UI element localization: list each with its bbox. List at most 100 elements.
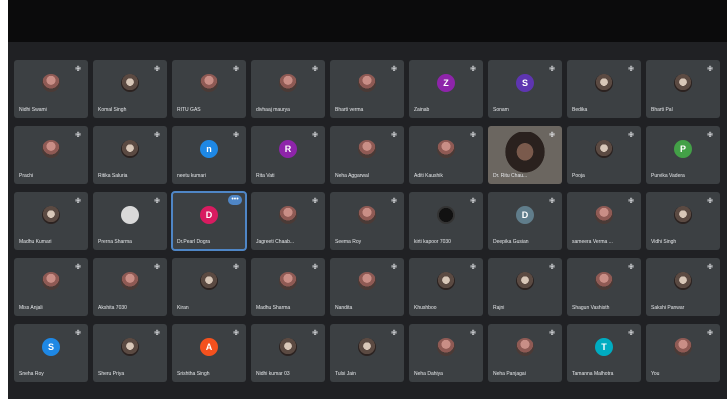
participant-name: Madhu Sharma: [256, 305, 291, 311]
participant-tile[interactable]: ✙ Kiran: [172, 258, 246, 316]
participant-name: Khushboo: [414, 305, 437, 311]
meeting-window: ✙ Nidhi Swami ✙ Komal Singh ✙ RITU GAS ✙ divhaa…: [8, 0, 727, 399]
participant-tile[interactable]: ✙ Prachi: [14, 126, 88, 184]
participant-tile[interactable]: ✙ Ritika Saluria: [93, 126, 167, 184]
participant-tile[interactable]: Z ✙ Zainab: [409, 60, 483, 118]
participant-grid: ✙ Nidhi Swami ✙ Komal Singh ✙ RITU GAS ✙ divhaa…: [14, 60, 720, 382]
participant-tile[interactable]: ✙ Sheru Priya: [93, 324, 167, 382]
mic-muted-icon: ✙: [233, 264, 239, 271]
participant-name: Rita Vati: [256, 173, 275, 179]
mic-muted-icon: ✙: [628, 66, 634, 73]
participant-tile[interactable]: ✙ Vidhi Singh: [646, 192, 720, 250]
participant-avatar: [42, 272, 60, 290]
participant-tile[interactable]: ✙ Madhu Sharma: [251, 258, 325, 316]
participant-tile[interactable]: ✙ Miss Anjali: [14, 258, 88, 316]
participant-tile[interactable]: ✙ Jagreeti Chaab...: [251, 192, 325, 250]
mic-muted-icon: ✙: [312, 66, 318, 73]
participant-tile[interactable]: ✙ Bharti Pal: [646, 60, 720, 118]
participant-name: Bharti Pal: [651, 107, 673, 113]
participant-avatar: P: [674, 140, 692, 158]
participant-tile[interactable]: ✙ Nidhi kumar 03: [251, 324, 325, 382]
participant-tile[interactable]: n ✙ neetu kumari: [172, 126, 246, 184]
mic-muted-icon: ✙: [75, 132, 81, 139]
participant-name: Tamanna Malhotra: [572, 371, 614, 377]
participant-avatar: n: [200, 140, 218, 158]
participant-tile[interactable]: ✙ Bharti verma: [330, 60, 404, 118]
mic-muted-icon: ✙: [470, 198, 476, 205]
participant-avatar: [121, 74, 139, 92]
participant-tile[interactable]: D ••• Dr.Pearl Dogra: [171, 191, 247, 251]
participant-tile[interactable]: P ✙ Purvika Vadera: [646, 126, 720, 184]
participant-tile[interactable]: ✙ Aditi Kaushik: [409, 126, 483, 184]
participant-name: Pooja: [572, 173, 585, 179]
participant-tile[interactable]: A ✙ Srishtha Singh: [172, 324, 246, 382]
participant-name: Deepika Gusian: [493, 239, 529, 245]
participant-avatar: [674, 74, 692, 92]
participant-tile[interactable]: ✙ Sakshi Panwar: [646, 258, 720, 316]
participant-name: Neha Dahiya: [414, 371, 443, 377]
mic-muted-icon: ✙: [391, 264, 397, 271]
participant-video: [502, 132, 548, 176]
participant-tile[interactable]: ✙ Seema Roy: [330, 192, 404, 250]
more-options-icon[interactable]: •••: [228, 195, 242, 205]
participant-tile[interactable]: T ✙ Tamanna Malhotra: [567, 324, 641, 382]
participant-name: Ritika Saluria: [98, 173, 128, 179]
participant-avatar: [279, 338, 297, 356]
participant-tile[interactable]: ✙ Neha Dahiya: [409, 324, 483, 382]
mic-muted-icon: ✙: [628, 330, 634, 337]
participant-tile[interactable]: ✙ Neha Aggarwal: [330, 126, 404, 184]
participant-tile[interactable]: ✙ You: [646, 324, 720, 382]
participant-tile[interactable]: ✙ Prerna Sharma: [93, 192, 167, 250]
participant-avatar: [121, 140, 139, 158]
participant-avatar: T: [595, 338, 613, 356]
participant-avatar: [437, 206, 455, 224]
participant-avatar: [358, 74, 376, 92]
participant-name: Prachi: [19, 173, 34, 179]
participant-tile[interactable]: ✙ Komal Singh: [93, 60, 167, 118]
participant-tile[interactable]: ✙ kirti kapoor 7030: [409, 192, 483, 250]
participant-tile[interactable]: ✙ Tulsi Jain: [330, 324, 404, 382]
participant-tile[interactable]: ✙ Pooja: [567, 126, 641, 184]
participant-avatar: A: [200, 338, 218, 356]
participant-tile[interactable]: ✙ Dr. Ritu Chau...: [488, 126, 562, 184]
participant-avatar: [674, 206, 692, 224]
participant-name: Nidhi Swami: [19, 107, 47, 113]
participant-tile[interactable]: ✙ Madhu Kumari: [14, 192, 88, 250]
participant-tile[interactable]: ✙ Bedika: [567, 60, 641, 118]
participant-tile[interactable]: ✙ RITU GAS: [172, 60, 246, 118]
mic-muted-icon: ✙: [154, 198, 160, 205]
participant-avatar: [595, 140, 613, 158]
participant-tile[interactable]: ✙ Nidhi Swami: [14, 60, 88, 118]
participant-tile[interactable]: S ✙ Sneha Roy: [14, 324, 88, 382]
participant-name: neetu kumari: [177, 173, 206, 179]
participant-name: Madhu Kumari: [19, 239, 52, 245]
participant-tile[interactable]: ✙ Khushboo: [409, 258, 483, 316]
participant-tile[interactable]: ✙ divhaaj maurya: [251, 60, 325, 118]
mic-muted-icon: ✙: [312, 330, 318, 337]
participant-name: You: [651, 371, 660, 377]
mic-muted-icon: ✙: [391, 198, 397, 205]
participant-tile[interactable]: D ✙ Deepika Gusian: [488, 192, 562, 250]
participant-tile[interactable]: ✙ sameera Verma ...: [567, 192, 641, 250]
participant-name: Dr.Pearl Dogra: [177, 239, 211, 245]
participant-avatar: R: [279, 140, 297, 158]
participant-avatar: [595, 74, 613, 92]
mic-muted-icon: ✙: [707, 132, 713, 139]
mic-muted-icon: ✙: [628, 198, 634, 205]
mic-muted-icon: ✙: [549, 264, 555, 271]
participant-name: Dr. Ritu Chau...: [493, 173, 528, 179]
mic-muted-icon: ✙: [75, 264, 81, 271]
participant-avatar: [358, 206, 376, 224]
participant-tile[interactable]: ✙ Rajni: [488, 258, 562, 316]
participant-tile[interactable]: ✙ Nandita: [330, 258, 404, 316]
participant-tile[interactable]: S ✙ Sonam: [488, 60, 562, 118]
participant-tile[interactable]: ✙ Shagun Vashisth: [567, 258, 641, 316]
participant-tile[interactable]: R ✙ Rita Vati: [251, 126, 325, 184]
participant-name: Prerna Sharma: [98, 239, 132, 245]
participant-name: Miss Anjali: [19, 305, 43, 311]
participant-avatar: [42, 74, 60, 92]
participant-tile[interactable]: ✙ Neha Panjagai: [488, 324, 562, 382]
participant-avatar: [516, 338, 534, 356]
participant-tile[interactable]: ✙ Akshita 7030: [93, 258, 167, 316]
participant-name: Zainab: [414, 107, 430, 113]
